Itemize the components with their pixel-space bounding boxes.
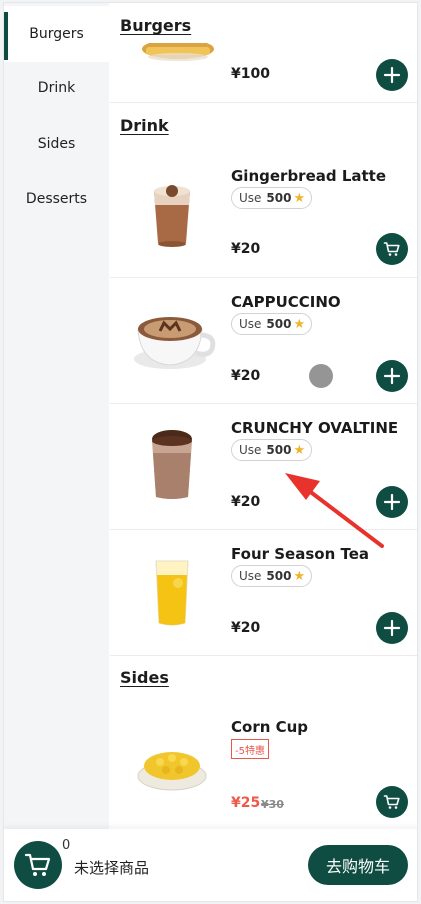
points-badge: Use 500 ★ [231,187,313,209]
cart-bar: 0 未选择商品 去购物车 [4,829,417,901]
corn-cup-image [132,724,212,804]
divider [110,277,417,278]
product-price: ¥20 [231,241,261,257]
sidebar-item-desserts[interactable]: Desserts [4,171,109,227]
product-name: CRUNCHY OVALTINE [231,419,399,437]
cart-count-badge: 0 [62,838,71,853]
sidebar-item-sides[interactable]: Sides [4,116,109,172]
burger-image-partial [138,43,218,65]
points-label: Use [239,191,262,205]
shopping-cart-icon [24,853,51,876]
cart-icon [383,242,400,256]
add-button[interactable] [376,612,408,644]
product-name: CAPPUCCINO [231,293,341,311]
star-icon: ★ [293,316,306,332]
product-list[interactable]: Burgers ¥100 Drink Gingerbread Latte Use… [110,3,417,831]
divider [110,102,417,103]
product-card[interactable]: CAPPUCCINO Use 500 ★ ¥20 [110,279,417,403]
cart-status-text: 未选择商品 [74,859,150,877]
product-card[interactable]: Four Season Tea Use 500 ★ ¥20 [110,531,417,655]
points-value: 500 [266,569,292,583]
points-label: Use [239,443,262,457]
section-title-drink: Drink [120,116,169,135]
sidebar-item-label: Burgers [29,26,84,42]
star-icon: ★ [293,442,306,458]
product-name: Gingerbread Latte [231,167,387,185]
sidebar-item-burgers[interactable]: Burgers [4,6,109,62]
product-name: Four Season Tea [231,545,370,563]
product-name: Corn Cup [231,718,309,736]
star-icon: ★ [293,190,306,206]
product-price: ¥20 [231,368,261,384]
plus-icon [383,367,401,385]
product-card[interactable]: Corn Cup -5特惠 ¥25 ¥30 [110,706,417,830]
points-badge: Use 500 ★ [231,313,313,335]
product-price: ¥20 [231,494,261,510]
category-sidebar: Burgers Drink Sides Desserts [4,3,109,831]
product-card[interactable]: Gingerbread Latte Use 500 ★ ¥20 [110,153,417,277]
divider [110,403,417,404]
four-season-tea-image [132,553,212,633]
divider [110,655,417,656]
sidebar-item-label: Sides [37,136,76,152]
product-price: ¥100 [231,66,270,82]
sidebar-item-label: Drink [37,80,76,96]
section-title-sides: Sides [120,668,169,687]
ovaltine-image [132,425,212,505]
product-price: ¥25 [231,795,261,811]
gingerbread-latte-image [132,177,212,257]
points-badge: Use 500 ★ [231,439,313,461]
points-value: 500 [266,443,292,457]
points-value: 500 [266,317,292,331]
plus-icon [383,66,401,84]
plus-icon [383,619,401,637]
go-to-cart-button[interactable]: 去购物车 [308,845,408,885]
points-badge: Use 500 ★ [231,565,313,587]
promo-badge: -5特惠 [231,739,269,759]
star-icon: ★ [293,568,306,584]
cappuccino-image [132,301,216,381]
product-price: ¥20 [231,620,261,636]
original-price: ¥30 [261,798,284,811]
add-button[interactable] [376,486,408,518]
cart-button[interactable] [14,841,62,889]
add-to-cart-button[interactable] [376,786,408,818]
sidebar-item-label: Desserts [25,191,88,207]
add-button[interactable] [376,360,408,392]
product-card[interactable]: CRUNCHY OVALTINE Use 500 ★ ¥20 [110,405,417,529]
plus-icon [383,493,401,511]
points-label: Use [239,317,262,331]
floating-drag-handle[interactable] [309,364,333,388]
add-button[interactable] [376,59,408,91]
points-label: Use [239,569,262,583]
points-value: 500 [266,191,292,205]
section-title-burgers: Burgers [120,16,192,35]
sidebar-item-drink[interactable]: Drink [4,60,109,116]
divider [110,529,417,530]
app-window: Burgers Drink Sides Desserts Burgers ¥10… [3,2,418,902]
cart-icon [383,795,400,809]
add-to-cart-button[interactable] [376,233,408,265]
